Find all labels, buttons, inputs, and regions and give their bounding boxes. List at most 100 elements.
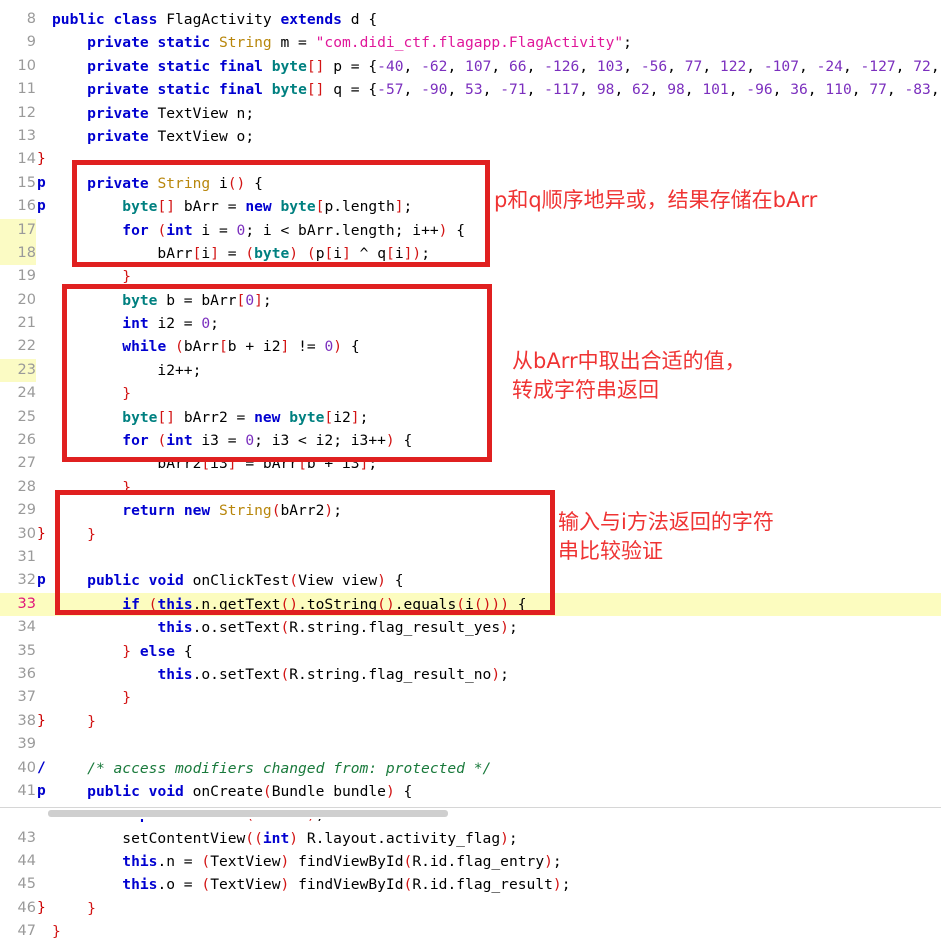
code-token: ; — [561, 876, 571, 894]
code-token: [ — [298, 455, 307, 473]
code-line[interactable]: 25 byte[] bArr2 = new byte[i2]; — [0, 406, 941, 429]
code-line[interactable]: 45 this.o = (TextView) findViewById(R.id… — [0, 873, 941, 896]
note-xor: p和q顺序地异或，结果存储在bArr — [494, 188, 818, 212]
line-number: 40 — [17, 759, 36, 776]
code-token: 53 — [465, 81, 483, 99]
code-text: this.o.setText(R.string.flag_result_no); — [52, 663, 509, 686]
code-line[interactable]: 44 this.n = (TextView) findViewById(R.id… — [0, 850, 941, 873]
code-token: R.string.flag_result_no — [289, 665, 492, 683]
code-token: ; — [368, 455, 378, 473]
line-number: 21 — [17, 315, 36, 332]
code-line[interactable]: 21 int i2 = 0; — [0, 312, 941, 335]
code-line[interactable]: 41 p public void onCreate(Bundle bundle) … — [0, 780, 941, 803]
code-line[interactable]: 9 private static String m = "com.didi_ct… — [0, 31, 941, 54]
code-token: , — [702, 57, 720, 75]
code-token: { — [394, 782, 413, 800]
code-line[interactable]: 27 bArr2[i3] = bArr[b + i3]; — [0, 452, 941, 475]
code-line[interactable]: 14} — [0, 148, 941, 171]
code-token: .n.getText — [192, 595, 281, 613]
line-number: 47 — [17, 923, 36, 940]
code-line[interactable]: 38} } — [0, 710, 941, 733]
code-token: 77 — [684, 57, 703, 75]
code-token: bArr — [183, 338, 219, 356]
gutter-marker: } — [37, 525, 46, 542]
code-line[interactable]: 32 p public void onClickTest(View view) { — [0, 569, 941, 592]
code-token: [ — [386, 244, 395, 262]
code-token: , — [614, 81, 633, 99]
code-line[interactable]: 8 public class FlagActivity extends d { — [0, 8, 941, 31]
code-token: for — [122, 432, 149, 450]
code-line[interactable]: 37 } — [0, 686, 941, 709]
code-token: [] — [306, 57, 325, 75]
code-line[interactable]: 22 while (bArr[b + i2] != 0) { — [0, 335, 941, 358]
code-token: 0 — [324, 338, 334, 356]
code-token: 36 — [790, 81, 808, 99]
code-token: TextView n; — [148, 104, 255, 122]
code-line[interactable]: 26 for (int i3 = 0; i3 < i2; i3++) { — [0, 429, 941, 452]
code-token: static — [157, 57, 211, 75]
code-line[interactable]: 28 } — [0, 476, 941, 499]
code-token: ( — [280, 665, 290, 683]
code-text: for (int i3 = 0; i3 < i2; i3++) { — [52, 429, 412, 452]
code-line[interactable]: 18 bArr[i] = (byte) (p[i] ^ q[i]); — [0, 241, 941, 266]
code-line[interactable]: 20 byte b = bArr[0]; — [0, 289, 941, 312]
code-token: , — [684, 81, 703, 99]
code-token: ; — [359, 408, 369, 426]
code-line[interactable]: 11 private static final byte[] q = {-57,… — [0, 78, 941, 101]
code-text: setContentView((int) R.layout.activity_f… — [52, 827, 517, 850]
line-number: 34 — [17, 619, 36, 636]
code-line[interactable]: 17 for (int i = 0; i < bArr.length; i++)… — [0, 218, 941, 243]
gutter-marker: } — [37, 899, 46, 916]
scrollbar-thumb[interactable] — [48, 810, 448, 817]
code-token: -57 — [377, 81, 404, 99]
code-line[interactable]: 29 return new String(bArr2); — [0, 499, 941, 522]
code-line[interactable]: 39 — [0, 733, 941, 756]
code-line[interactable]: 35 } else { — [0, 640, 941, 663]
code-line[interactable]: 19 } — [0, 265, 941, 288]
code-token: -90 — [421, 81, 448, 99]
code-token: -117 — [544, 81, 580, 99]
code-line[interactable]: 30} } — [0, 523, 941, 546]
code-line[interactable]: 46} } — [0, 897, 941, 920]
code-text: public void onClickTest(View view) { — [52, 569, 403, 592]
code-line[interactable]: 36 this.o.setText(R.string.flag_result_n… — [0, 663, 941, 686]
code-token: 0 — [245, 432, 255, 450]
code-line[interactable]: 33 if (this.n.getText().toString().equal… — [0, 592, 941, 617]
gutter-marker: p — [37, 174, 46, 191]
line-number: 13 — [17, 127, 36, 144]
code-token: static — [157, 34, 211, 52]
gutter-marker: } — [37, 151, 46, 168]
line-number: 29 — [17, 502, 36, 519]
code-token: String — [218, 34, 272, 52]
code-text: } — [52, 686, 131, 709]
code-line[interactable]: 47} — [0, 920, 941, 943]
code-token: ] — [254, 291, 263, 309]
code-token: 62 — [632, 81, 650, 99]
code-line[interactable]: 31 — [0, 546, 941, 569]
code-line[interactable]: 34 this.o.setText(R.string.flag_result_y… — [0, 616, 941, 639]
code-line[interactable]: 43 setContentView((int) R.layout.activit… — [0, 827, 941, 850]
code-lines-container[interactable]: 8 public class FlagActivity extends d {9 … — [0, 8, 941, 940]
code-line[interactable]: 23 i2++; — [0, 358, 941, 383]
code-line[interactable]: 10 private static final byte[] p = {-40,… — [0, 55, 941, 78]
code-line[interactable]: 12 private TextView n; — [0, 102, 941, 125]
code-token: ; — [421, 244, 431, 262]
code-token: { — [175, 642, 193, 660]
code-text: } — [52, 920, 61, 943]
horizontal-scrollbar[interactable] — [0, 807, 941, 819]
code-line[interactable]: 13 private TextView o; — [0, 125, 941, 148]
code-line[interactable]: 40/ /* access modifiers changed from: pr… — [0, 757, 941, 780]
code-token: 66 — [508, 57, 527, 75]
code-token: String — [218, 502, 272, 520]
code-token: 122 — [719, 57, 747, 75]
code-line[interactable]: 24 } — [0, 382, 941, 405]
code-editor[interactable]: 7 8 public class FlagActivity extends d {… — [0, 0, 941, 940]
